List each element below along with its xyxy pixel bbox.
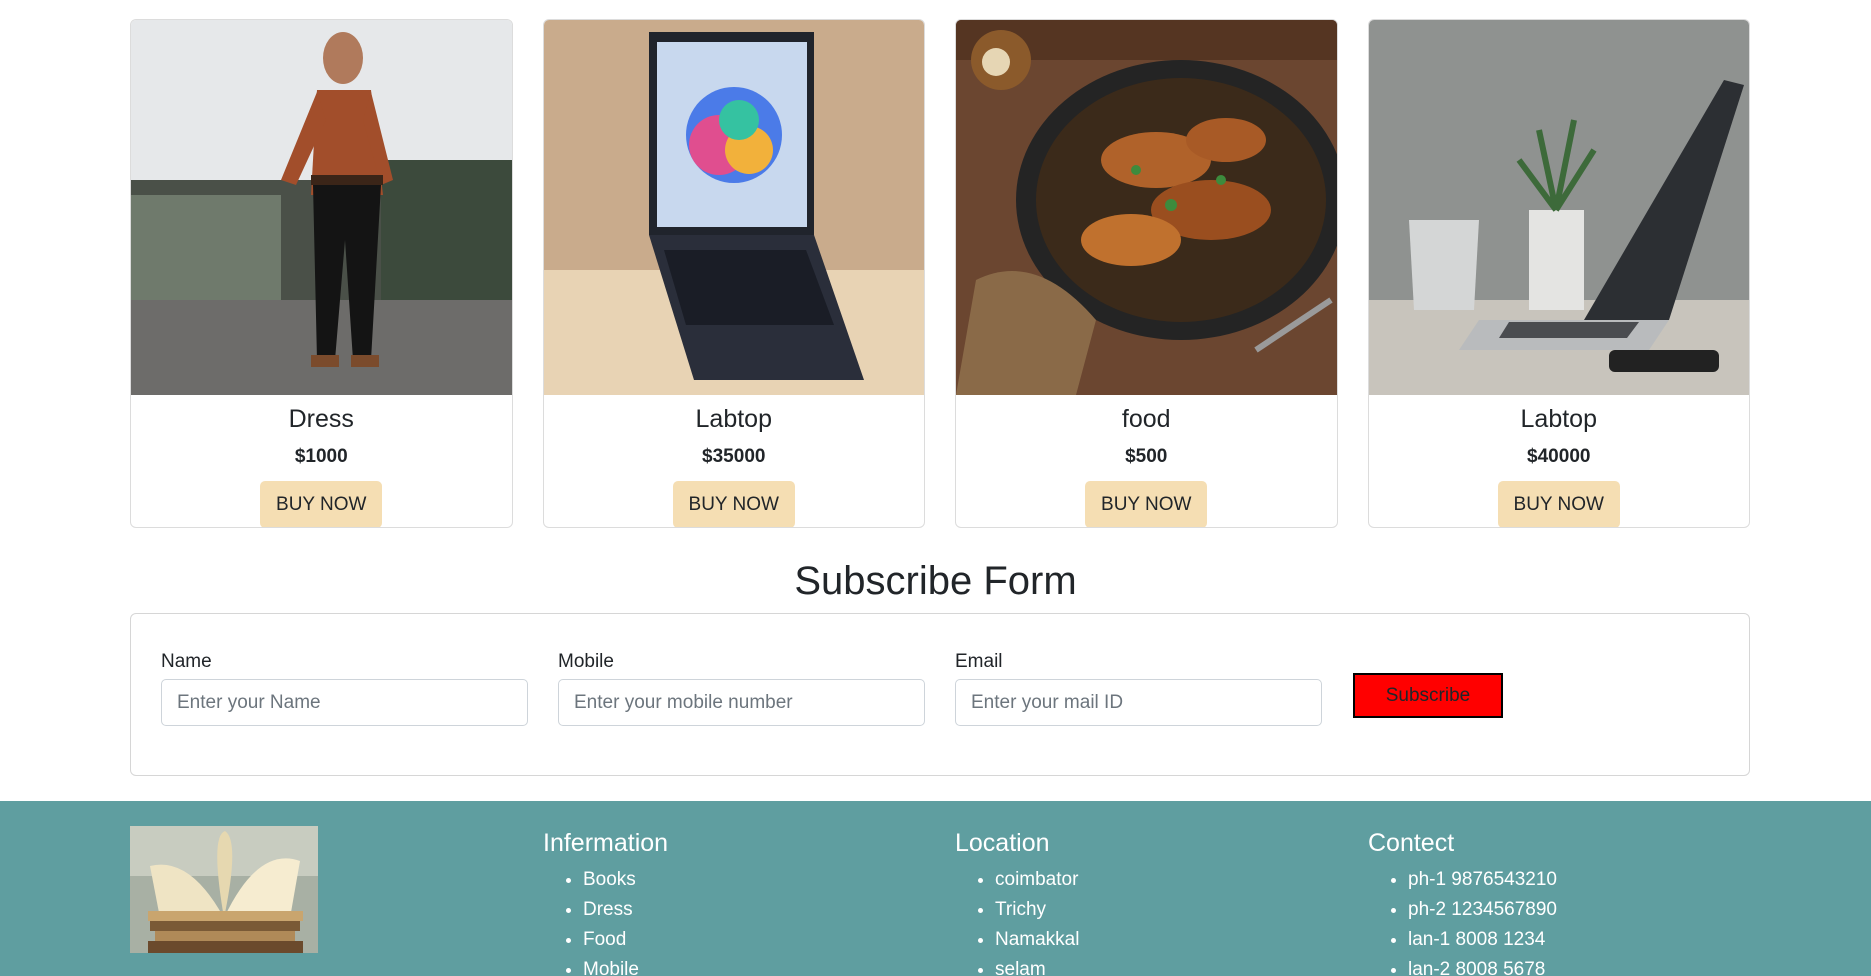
footer-information-title: Infermation — [543, 829, 669, 857]
product-name: Labtop — [695, 405, 772, 433]
footer-location-item: selam — [995, 955, 1079, 976]
product-image-dress — [131, 20, 512, 395]
product-image-food — [956, 20, 1337, 395]
footer: Infermation Books Dress Food Mobile Loca… — [0, 801, 1871, 976]
email-input[interactable] — [955, 679, 1322, 726]
footer-location-item: Trichy — [995, 895, 1079, 925]
subscribe-form-title: Subscribe Form — [794, 559, 1077, 603]
footer-link[interactable]: Food — [583, 925, 668, 955]
name-field-group: Name — [161, 650, 528, 726]
product-name: food — [1121, 405, 1171, 433]
mobile-label: Mobile — [558, 651, 614, 672]
product-card: Labtop $35000 BUY NOW — [542, 19, 925, 528]
mobile-input[interactable] — [558, 679, 925, 726]
product-name: Dress — [288, 405, 354, 433]
product-price: $500 — [1125, 446, 1168, 467]
footer-link[interactable]: Dress — [583, 895, 668, 925]
name-input[interactable] — [161, 679, 528, 726]
footer-location-list: coimbator Trichy Namakkal selam — [955, 865, 1079, 976]
footer-contact-list: ph-1 9876543210 ph-2 1234567890 lan-1 80… — [1368, 865, 1557, 976]
footer-location-item: Namakkal — [995, 925, 1079, 955]
buy-now-button[interactable]: BUY NOW — [260, 481, 383, 527]
subscribe-button[interactable]: Subscribe — [1353, 673, 1503, 718]
product-price: $40000 — [1527, 446, 1591, 467]
product-name: Labtop — [1520, 405, 1597, 433]
product-cards: Dress $1000 BUY NOW Labtop $35000 BUY NO… — [130, 19, 1750, 528]
footer-location-item: coimbator — [995, 865, 1079, 895]
product-image-laptop — [543, 20, 924, 395]
footer-logo-book-image — [130, 826, 318, 953]
footer-contact-item: lan-1 8008 1234 — [1408, 925, 1557, 955]
product-price: $35000 — [702, 446, 766, 467]
product-card: Dress $1000 BUY NOW — [130, 19, 513, 528]
buy-now-button[interactable]: BUY NOW — [1085, 481, 1208, 527]
footer-contact-item: ph-1 9876543210 — [1408, 865, 1557, 895]
footer-link[interactable]: Mobile — [583, 955, 668, 976]
product-card: food $500 BUY NOW — [955, 19, 1338, 528]
name-label: Name — [161, 651, 212, 672]
email-label: Email — [955, 651, 1003, 672]
buy-now-button[interactable]: BUY NOW — [672, 481, 795, 527]
footer-link[interactable]: Books — [583, 865, 668, 895]
product-image-laptop-desk — [1368, 20, 1749, 395]
footer-location-column: Location coimbator Trichy Namakkal selam — [955, 827, 1079, 976]
product-card: Labtop $40000 BUY NOW — [1367, 19, 1750, 528]
email-field-group: Email — [955, 650, 1322, 726]
footer-contact-item: lan-2 8008 5678 — [1408, 955, 1557, 976]
footer-information-list: Books Dress Food Mobile — [543, 865, 668, 976]
footer-contact-column: Contect ph-1 9876543210 ph-2 1234567890 … — [1368, 827, 1557, 976]
footer-information-column: Infermation Books Dress Food Mobile — [543, 827, 668, 976]
product-price: $1000 — [294, 446, 348, 467]
footer-contact-item: ph-2 1234567890 — [1408, 895, 1557, 925]
footer-contact-title: Contect — [1368, 829, 1455, 857]
subscribe-form: Name Mobile Email Subscribe — [130, 613, 1750, 776]
buy-now-button[interactable]: BUY NOW — [1497, 481, 1620, 527]
footer-location-title: Location — [955, 829, 1050, 857]
mobile-field-group: Mobile — [558, 650, 925, 726]
